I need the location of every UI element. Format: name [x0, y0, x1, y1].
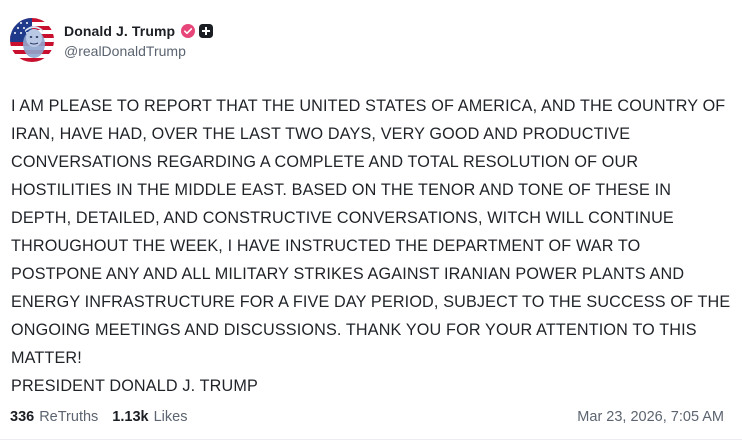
plus-badge-icon [199, 24, 214, 38]
retruths-stat[interactable]: 336 ReTruths [10, 409, 98, 425]
retruths-count: 336 [10, 409, 35, 425]
likes-stat[interactable]: 1.13k Likes [112, 409, 187, 425]
avatar[interactable] [10, 18, 54, 62]
post-timestamp[interactable]: Mar 23, 2026, 7:05 AM [577, 409, 724, 425]
author-handle[interactable]: @realDonaldTrump [64, 43, 213, 59]
author-display-name[interactable]: Donald J. Trump [64, 23, 175, 39]
truth-post-card: Donald J. Trump @realDonaldTrump I AM PL… [0, 0, 742, 440]
post-header: Donald J. Trump @realDonaldTrump [10, 18, 214, 62]
avatar-flag-portrait-icon [10, 18, 54, 62]
post-footer: 336 ReTruths 1.13k Likes Mar 23, 2026, 7… [10, 409, 724, 425]
author-identity: Donald J. Trump @realDonaldTrump [64, 21, 214, 59]
retruths-label: ReTruths [39, 409, 99, 425]
verified-badge-icon [181, 24, 196, 38]
likes-count: 1.13k [112, 409, 149, 425]
post-text: I AM PLEASE TO REPORT THAT THE UNITED ST… [11, 97, 731, 395]
likes-label: Likes [153, 409, 188, 425]
author-name-row: Donald J. Trump [64, 21, 214, 41]
